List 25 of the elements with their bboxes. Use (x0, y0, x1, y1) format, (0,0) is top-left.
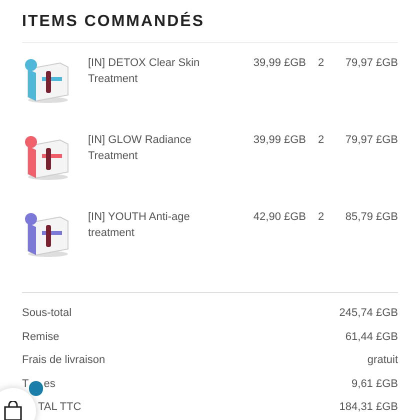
summary-label: TAL TTC (38, 400, 82, 415)
line-total: 79,97 £GB (345, 57, 398, 69)
summary-value: 245,74 £GB (339, 306, 398, 321)
product-name: [IN] YOUTH Anti-age treatment (88, 211, 190, 239)
quantity: 2 (318, 57, 324, 69)
line-total: 85,79 £GB (345, 211, 398, 223)
product-name: [IN] DETOX Clear Skin Treatment (88, 57, 200, 85)
unit-price: 42,90 £GB (253, 211, 306, 223)
summary-label: Sous-total (22, 306, 72, 321)
quantity: 2 (318, 211, 324, 223)
summary-label: T (22, 376, 29, 392)
summary-label: es (44, 376, 56, 392)
summary-label: Remise (22, 330, 60, 344)
summary-value: 184,31 £GB (339, 400, 398, 415)
section-heading: ITEMS COMMANDÉS (22, 12, 206, 32)
line-total: 79,97 £GB (345, 134, 398, 146)
quantity: 2 (318, 134, 324, 146)
summary-value: 9,61 £GB (352, 376, 398, 392)
summary-value: 61,44 £GB (345, 330, 398, 344)
shopping-bag-icon (4, 401, 22, 420)
summary-value: gratuit (367, 353, 398, 368)
product-name: [IN] GLOW Radiance Treatment (88, 134, 192, 162)
unit-price: 39,99 £GB (253, 134, 306, 146)
summary-label: Frais de livraison (22, 353, 106, 368)
unit-price: 39,99 £GB (253, 57, 306, 69)
